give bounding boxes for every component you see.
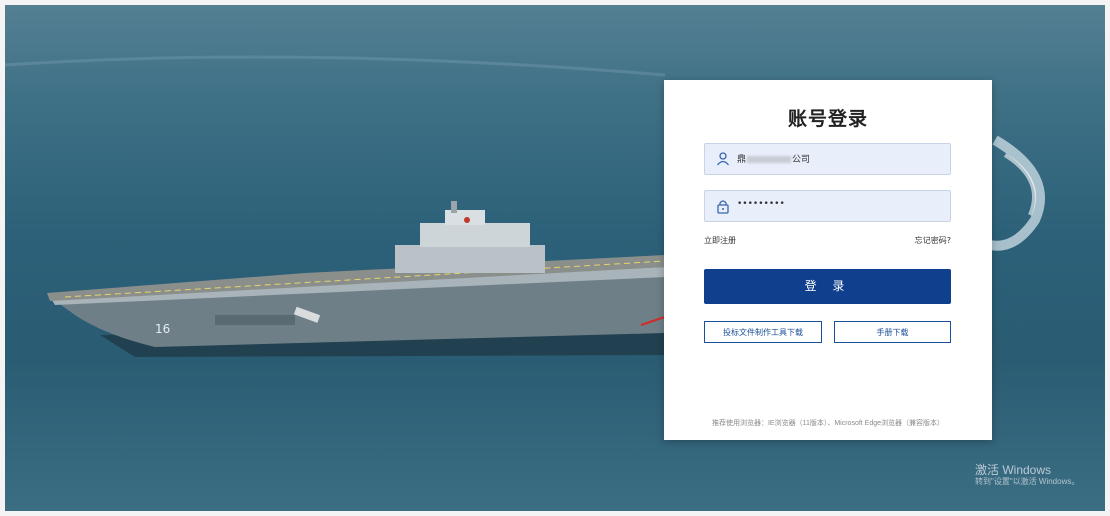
login-button[interactable]: 登 录 (704, 269, 951, 304)
windows-activation-hint: 转到"设置"以激活 Windows。 (975, 477, 1080, 486)
password-field[interactable]: ••••••••• (704, 190, 951, 222)
username-value: 鼎公司 (737, 155, 811, 165)
manual-download-button[interactable]: 手册下载 (834, 321, 951, 343)
tool-download-button[interactable]: 投标文件制作工具下载 (704, 321, 822, 343)
user-icon (716, 152, 730, 166)
password-value: ••••••••• (737, 199, 785, 209)
login-title: 账号登录 (787, 108, 868, 130)
redacted-text (747, 156, 792, 163)
browser-recommendation: 推荐使用浏览器：IE浏览器（11版本）、Microsoft Edge浏览器（兼容… (711, 420, 945, 427)
username-field[interactable]: 鼎公司 (704, 143, 951, 175)
lock-icon (717, 200, 729, 214)
forgot-password-link[interactable]: 忘记密码? (915, 235, 951, 246)
register-link[interactable]: 立即注册 (704, 235, 736, 246)
svg-text:16: 16 (155, 322, 170, 336)
login-panel: 账号登录 鼎公司 ••••••••• 立即注册 忘记密码? 登 录 投标文件制作… (664, 80, 992, 440)
